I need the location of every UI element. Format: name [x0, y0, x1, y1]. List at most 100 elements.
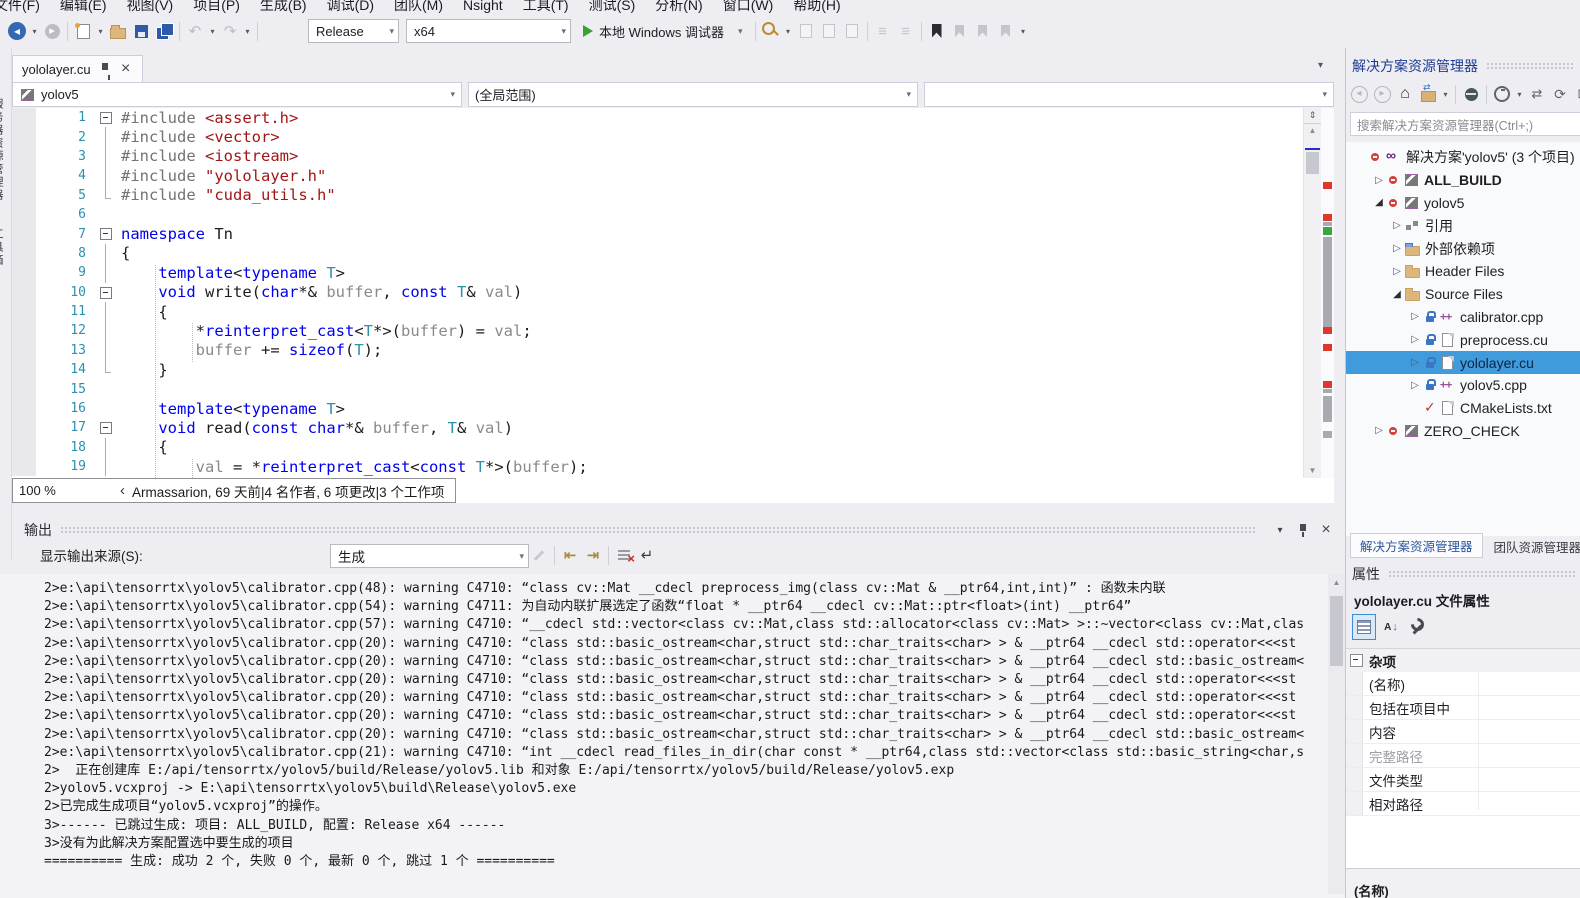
breakpoint-margin[interactable] [12, 437, 36, 458]
se-sync-active-document-icon[interactable] [1526, 82, 1548, 106]
column-select-icon[interactable] [795, 19, 817, 43]
expander-collapsed-icon[interactable] [1408, 357, 1422, 368]
tree-item[interactable]: Source Files [1346, 283, 1580, 306]
breakpoint-margin[interactable] [12, 127, 36, 147]
categorized-icon[interactable] [1352, 614, 1376, 640]
clear-all-icon[interactable] [613, 543, 635, 567]
open-file-icon[interactable] [107, 19, 129, 43]
next-message-icon[interactable] [582, 543, 604, 567]
decrease-indent-icon[interactable] [872, 19, 894, 43]
se-forward-icon[interactable] [1371, 82, 1393, 106]
paste-document-icon[interactable] [841, 19, 863, 43]
breakpoint-margin[interactable] [12, 243, 36, 264]
toolbar-overflow-icon[interactable] [1018, 19, 1029, 43]
goto-message-icon[interactable] [528, 543, 550, 567]
collapse-group-icon[interactable] [1350, 654, 1363, 667]
tree-item[interactable]: CMakeLists.txt [1346, 397, 1580, 420]
document-tab[interactable]: yololayer.cu [12, 55, 143, 82]
tree-item[interactable]: ALL_BUILD [1346, 169, 1580, 192]
panel-tab[interactable]: 解决方案资源管理器 [1350, 533, 1483, 558]
pin-icon[interactable] [1292, 518, 1314, 542]
scrollbar-thumb[interactable] [1330, 596, 1343, 666]
se-home-icon[interactable] [1394, 82, 1416, 106]
breakpoint-margin[interactable] [12, 321, 36, 341]
property-row[interactable]: 相对路径 [1346, 792, 1580, 816]
expander-expanded-icon[interactable] [1372, 197, 1386, 208]
menu-item[interactable]: 文件(F) [0, 0, 50, 14]
member-select[interactable]: ▾ [924, 82, 1334, 107]
se-preview-selected-icon[interactable] [1460, 82, 1482, 106]
word-wrap-icon[interactable] [636, 543, 658, 567]
expander-collapsed-icon[interactable] [1390, 220, 1404, 231]
tree-item[interactable]: 引用 [1346, 214, 1580, 237]
side-tab-server-explorer[interactable]: 服务器资源管理器 [0, 98, 5, 202]
expander-collapsed-icon[interactable] [1408, 311, 1422, 322]
expander-collapsed-icon[interactable] [1390, 243, 1404, 254]
se-collapse-all-icon[interactable] [1572, 82, 1580, 106]
outline-collapse-icon[interactable] [95, 108, 117, 127]
configuration-select[interactable]: Release ▾ [308, 19, 399, 43]
se-refresh-icon[interactable] [1549, 82, 1571, 106]
expander-collapsed-icon[interactable] [1372, 425, 1386, 436]
document-list-chevron-icon[interactable]: ▾ [1318, 60, 1323, 71]
expander-collapsed-icon[interactable] [1408, 380, 1422, 391]
breakpoint-margin[interactable] [12, 108, 36, 128]
breakpoint-margin[interactable] [12, 185, 36, 205]
menu-item[interactable]: 测试(S) [579, 0, 646, 14]
increase-indent-icon[interactable] [895, 19, 917, 43]
menu-item[interactable]: 帮助(H) [783, 0, 850, 14]
se-back-icon[interactable] [1348, 82, 1370, 106]
redo-menu-icon[interactable] [242, 19, 253, 43]
breakpoint-margin[interactable] [12, 166, 36, 186]
tree-item[interactable]: Header Files [1346, 260, 1580, 283]
se-switch-views-icon[interactable] [1417, 82, 1439, 106]
expander-expanded-icon[interactable] [1390, 289, 1404, 300]
nav-backward-icon[interactable] [6, 19, 28, 43]
panel-tab[interactable]: 团队资源管理器 [1485, 535, 1580, 558]
tree-item[interactable]: 外部依赖项 [1346, 237, 1580, 260]
save-all-icon[interactable] [153, 19, 175, 43]
breakpoint-margin[interactable] [12, 360, 36, 380]
output-text-area[interactable]: 2>e:\api\tensorrtx\yolov5\calibrator.cpp… [0, 574, 1345, 898]
project-scope-select[interactable]: yolov5 ▾ [12, 82, 462, 107]
outline-collapse-icon[interactable] [95, 224, 117, 243]
menu-item[interactable]: 生成(B) [250, 0, 317, 14]
nav-backward-menu-icon[interactable] [29, 19, 40, 43]
save-icon[interactable] [130, 19, 152, 43]
scroll-down-icon[interactable] [1304, 466, 1321, 475]
redo-icon[interactable] [219, 19, 241, 43]
property-row[interactable]: 包括在项目中 [1346, 696, 1580, 720]
undo-icon[interactable] [184, 19, 206, 43]
tree-item[interactable]: yolov5.cpp [1346, 374, 1580, 397]
property-row[interactable]: 文件类型 [1346, 768, 1580, 792]
menu-item[interactable]: 团队(M) [384, 0, 453, 14]
window-position-menu-icon[interactable] [1269, 518, 1291, 542]
find-menu-icon[interactable] [783, 19, 794, 43]
tree-item[interactable]: calibrator.cpp [1346, 306, 1580, 329]
se-switch-views-menu-icon[interactable] [1440, 82, 1451, 106]
pin-icon[interactable] [98, 61, 112, 80]
breakpoint-margin[interactable] [12, 146, 36, 167]
tree-item[interactable]: 解决方案'yolov5' (3 个项目) [1346, 146, 1580, 169]
property-row[interactable]: (名称) [1346, 672, 1580, 696]
breakpoint-margin[interactable] [12, 282, 36, 302]
scroll-up-icon[interactable] [1328, 578, 1345, 587]
close-icon[interactable] [1315, 518, 1337, 542]
menu-item[interactable]: 视图(V) [117, 0, 184, 14]
breakpoint-margin[interactable] [12, 418, 36, 438]
scrollbar-thumb[interactable] [1306, 152, 1319, 174]
property-pages-wrench-icon[interactable] [1406, 615, 1428, 639]
breakpoint-margin[interactable] [12, 379, 36, 399]
close-icon[interactable] [119, 61, 133, 77]
nav-forward-icon[interactable] [41, 19, 63, 43]
menu-item[interactable]: 编辑(E) [50, 0, 117, 14]
breakpoint-margin[interactable] [12, 457, 36, 477]
next-bookmark-icon[interactable] [972, 19, 994, 43]
breakpoint-margin[interactable] [12, 398, 36, 419]
outline-collapse-icon[interactable] [95, 418, 117, 437]
codelens-history-bar[interactable]: Armassarion, 69 天前|4 名作者, 6 项更改|3 个工作项 [109, 478, 457, 503]
tree-item[interactable]: yololayer.cu [1346, 351, 1580, 374]
se-pending-menu-icon[interactable] [1514, 82, 1525, 106]
copy-document-icon[interactable] [818, 19, 840, 43]
code-editor[interactable]: 1 #include <assert.h> 2 #include <vector> 3 #… [12, 108, 1334, 478]
